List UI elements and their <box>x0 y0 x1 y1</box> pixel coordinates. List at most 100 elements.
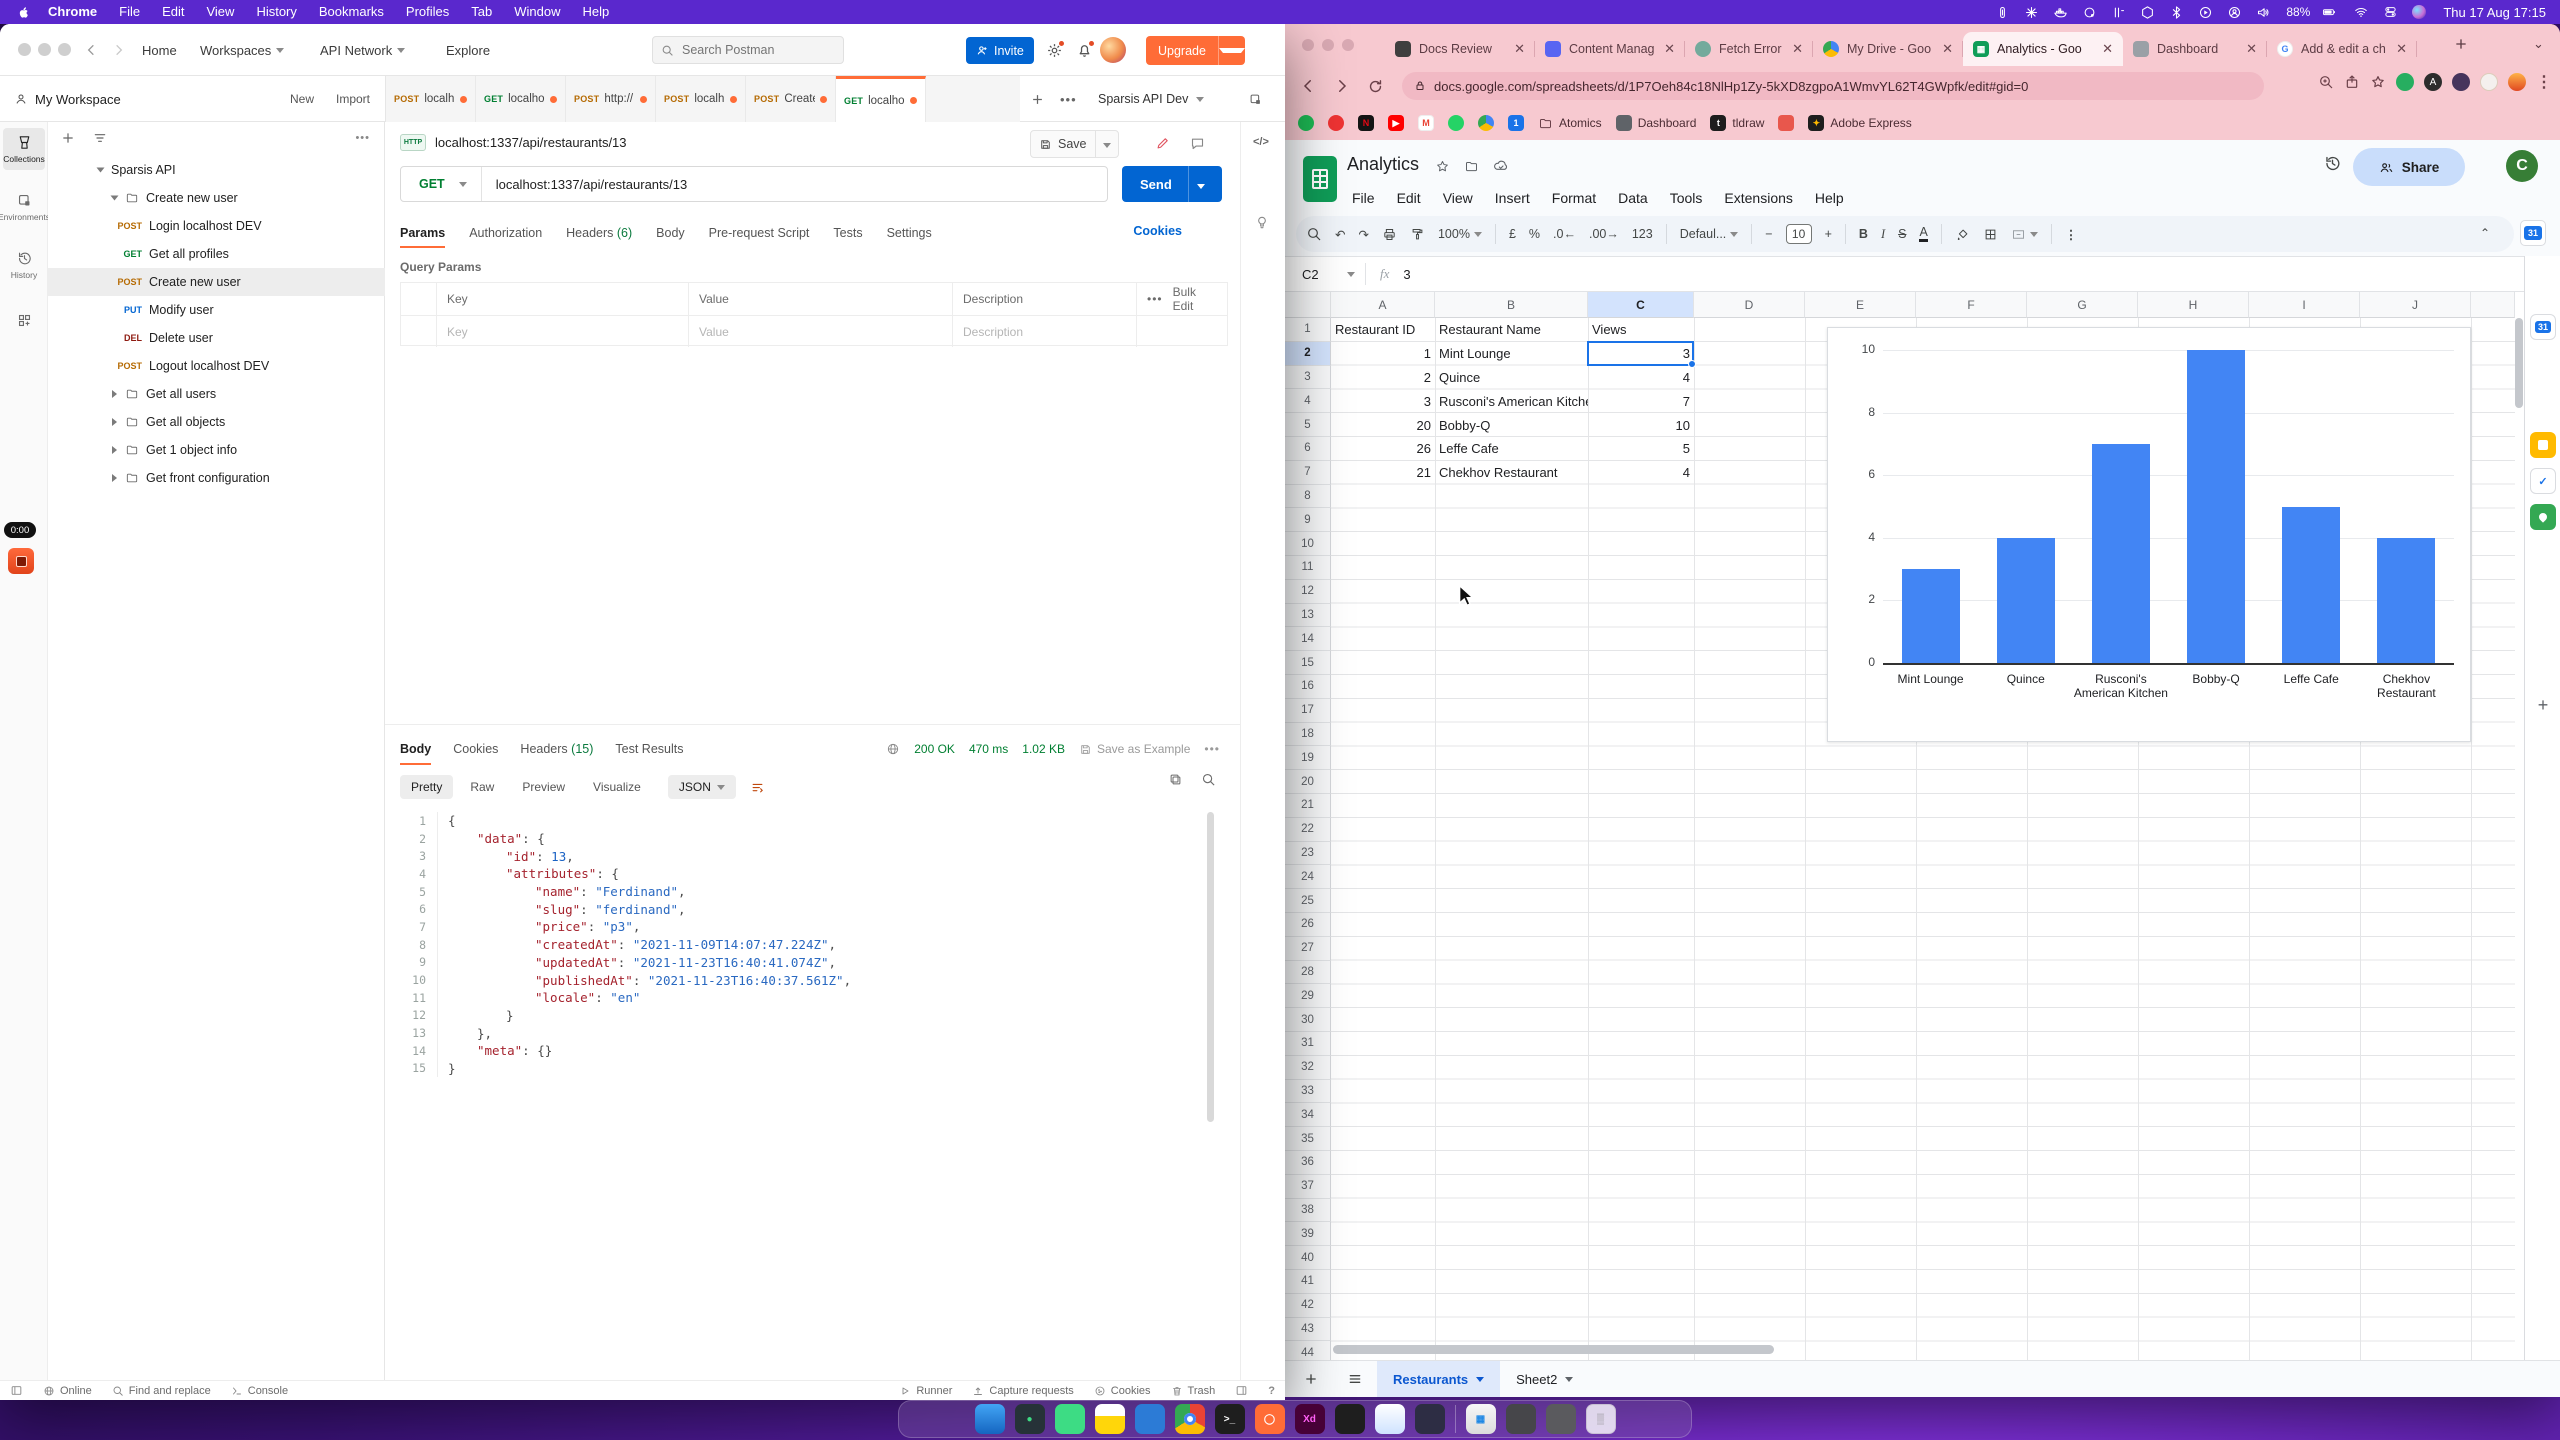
all-sheets-icon[interactable] <box>1333 1371 1377 1387</box>
collection-sparsis-api[interactable]: Sparsis API <box>48 156 385 184</box>
column-header-partial[interactable] <box>2471 292 2515 318</box>
screen-record-button[interactable] <box>8 548 34 574</box>
menubar-item-profiles[interactable]: Profiles <box>395 4 460 19</box>
sheets-menu-edit[interactable]: Edit <box>1390 188 1428 208</box>
folder-get-1-object-info[interactable]: Get 1 object info <box>48 436 385 464</box>
new-button[interactable]: New <box>290 76 314 122</box>
app-hex-icon[interactable] <box>2133 5 2162 20</box>
import-button[interactable]: Import <box>336 76 370 122</box>
close-tab-icon[interactable]: ✕ <box>1790 41 1805 57</box>
request-tab-2[interactable]: GET localho <box>476 76 566 122</box>
comment-icon[interactable] <box>1190 136 1205 151</box>
format-percent-button[interactable]: % <box>1529 227 1540 241</box>
nav-explore[interactable]: Explore <box>446 24 490 76</box>
dock-app-notes[interactable] <box>1095 1404 1125 1434</box>
italic-button[interactable]: I <box>1881 227 1885 242</box>
decrease-font-button[interactable]: − <box>1765 227 1772 241</box>
sheet-cell-A5[interactable]: 20 <box>1331 413 1435 437</box>
app-bars-icon[interactable] <box>2104 5 2133 20</box>
sheets-logo-icon[interactable] <box>1303 156 1337 202</box>
font-size-input[interactable]: 10 <box>1786 224 1812 244</box>
row-header-34[interactable]: 34 <box>1285 1103 1331 1127</box>
save-button[interactable]: Save <box>1030 130 1119 158</box>
sheet-cell-B7[interactable]: Chekhov Restaurant <box>1435 461 1588 485</box>
sheet-cell-C1[interactable]: Views <box>1588 318 1694 342</box>
method-selector[interactable]: GET <box>401 177 459 191</box>
row-header-4[interactable]: 4 <box>1285 389 1331 413</box>
column-header-F[interactable]: F <box>1916 292 2027 318</box>
filter-icon[interactable] <box>92 130 108 146</box>
request-subtab-headers-6[interactable]: Headers (6) <box>566 226 632 240</box>
copy-icon[interactable] <box>1168 772 1183 787</box>
row-header-33[interactable]: 33 <box>1285 1080 1331 1104</box>
chart-bar-leffe-cafe[interactable] <box>2282 507 2340 664</box>
play-icon[interactable] <box>2191 5 2220 20</box>
menubar-item-view[interactable]: View <box>195 4 245 19</box>
row-header-8[interactable]: 8 <box>1285 485 1331 509</box>
dock-app-xd[interactable]: Xd <box>1295 1404 1325 1434</box>
font-selector[interactable]: Defaul... <box>1680 227 1739 241</box>
account-avatar[interactable]: C <box>2506 150 2538 182</box>
bookmark-red[interactable] <box>1778 115 1794 131</box>
response-body[interactable]: 1 { 2 "data": { 3 "id": 13, 4 "attribute… <box>400 812 1220 1077</box>
row-header-43[interactable]: 43 <box>1285 1318 1331 1342</box>
request-tab-1[interactable]: POST localh <box>386 76 476 122</box>
bookmark-adobe-express[interactable]: ✦Adobe Express <box>1808 115 1911 131</box>
view-visualize[interactable]: Visualize <box>582 775 652 799</box>
document-title[interactable]: Analytics <box>1347 154 1419 175</box>
forward-icon[interactable] <box>1325 77 1359 95</box>
save-as-example-button[interactable]: Save as Example <box>1079 742 1190 756</box>
caret-icon[interactable] <box>112 418 117 426</box>
console-button[interactable]: Console <box>221 1385 298 1397</box>
column-header-G[interactable]: G <box>2027 292 2138 318</box>
calendar-side-icon[interactable]: 31 <box>2520 220 2546 246</box>
dock-app-chrome[interactable] <box>1175 1404 1205 1434</box>
row-header-35[interactable]: 35 <box>1285 1127 1331 1151</box>
column-header-I[interactable]: I <box>2249 292 2360 318</box>
tab-search-chevron-icon[interactable]: ⌄ <box>2533 36 2544 52</box>
column-header-D[interactable]: D <box>1694 292 1805 318</box>
request-tab-4[interactable]: POST localh <box>656 76 746 122</box>
dock-app-terminal[interactable]: >_ <box>1215 1404 1245 1434</box>
response-scrollbar[interactable] <box>1207 812 1214 1122</box>
bookmark-tldraw[interactable]: ttldraw <box>1710 115 1764 131</box>
sheets-menu-insert[interactable]: Insert <box>1488 188 1537 208</box>
increase-font-button[interactable]: + <box>1825 227 1832 241</box>
row-header-32[interactable]: 32 <box>1285 1056 1331 1080</box>
user-avatar[interactable] <box>1100 37 1126 63</box>
column-header-A[interactable]: A <box>1331 292 1435 318</box>
add-side-panel-icon[interactable]: + <box>2530 692 2556 718</box>
row-header-42[interactable]: 42 <box>1285 1294 1331 1318</box>
view-pretty[interactable]: Pretty <box>400 775 453 799</box>
browser-tab-docs-review[interactable]: Docs Review ✕ <box>1385 32 1535 66</box>
sheet-cell-A1[interactable]: Restaurant ID <box>1331 318 1435 342</box>
upgrade-button[interactable]: Upgrade <box>1146 36 1245 65</box>
row-header-39[interactable]: 39 <box>1285 1222 1331 1246</box>
capture-requests-button[interactable]: Capture requests <box>962 1385 1083 1397</box>
request-subtab-settings[interactable]: Settings <box>887 226 932 240</box>
sheet-cell-B5[interactable]: Bobby-Q <box>1435 413 1588 437</box>
embedded-chart[interactable]: 0246810Mint LoungeQuinceRusconi's Americ… <box>1827 327 2471 742</box>
menubar-item-help[interactable]: Help <box>572 4 621 19</box>
bell-icon[interactable] <box>1076 24 1093 76</box>
request-tab-5[interactable]: POST Create n <box>746 76 836 122</box>
browser-tab-dashboard[interactable]: Dashboard ✕ <box>2123 32 2267 66</box>
volume-icon[interactable] <box>2249 5 2278 20</box>
back-icon[interactable] <box>1291 77 1325 95</box>
sheet-cell-A2[interactable]: 1 <box>1331 342 1435 366</box>
nav-workspaces[interactable]: Workspaces <box>200 24 284 76</box>
search-input[interactable] <box>680 42 820 58</box>
nav-home[interactable]: Home <box>142 24 177 76</box>
row-header-20[interactable]: 20 <box>1285 770 1331 794</box>
back-icon[interactable] <box>84 24 100 76</box>
menubar-clock[interactable]: Thu 17 Aug 17:15 <box>2433 5 2546 20</box>
cookies-button[interactable]: Cookies <box>1084 1385 1161 1397</box>
sheet-cell-A6[interactable]: 26 <box>1331 437 1435 461</box>
paint-format-icon[interactable] <box>1410 227 1425 242</box>
close-window-button[interactable] <box>18 43 31 56</box>
bookmark-calendar-icon[interactable]: 1 <box>1508 115 1524 131</box>
network-globe-icon[interactable] <box>886 742 900 756</box>
sheets-menu-data[interactable]: Data <box>1611 188 1655 208</box>
response-subtab-headers-15[interactable]: Headers (15) <box>520 742 593 756</box>
menubar-item-tab[interactable]: Tab <box>460 4 503 19</box>
